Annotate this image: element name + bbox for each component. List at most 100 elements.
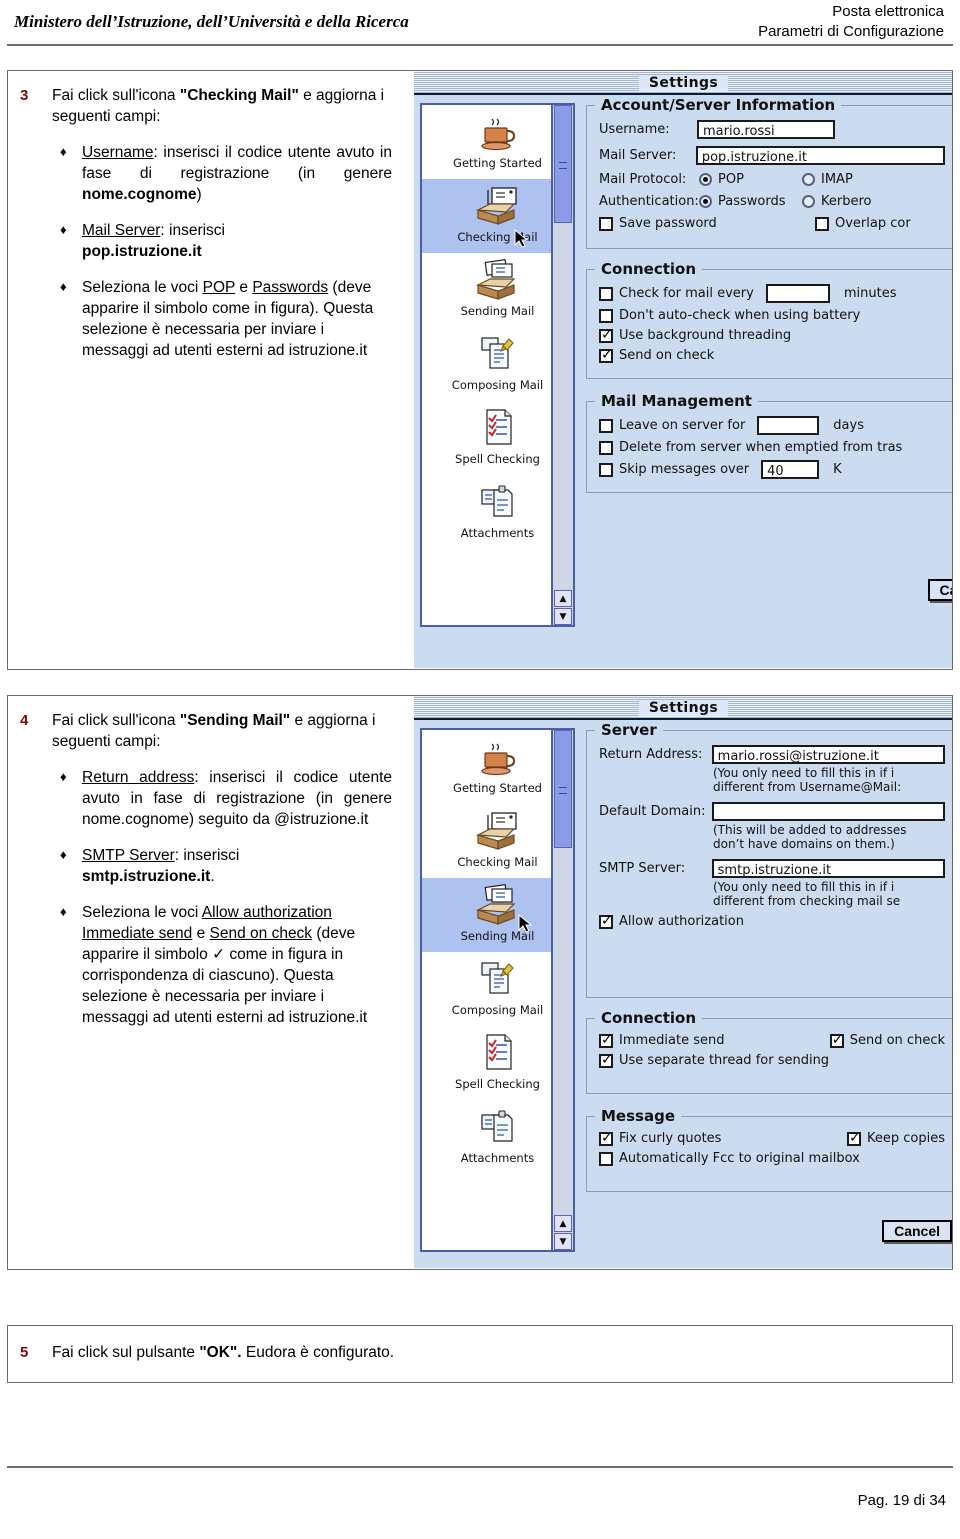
row-immediate-send: Immediate send Send on check: [599, 1032, 945, 1048]
group-title-connection-sending: Connection: [595, 1009, 703, 1027]
checkbox-keep-copies[interactable]: [847, 1130, 861, 1146]
checkbox-send-on-check[interactable]: [599, 347, 613, 363]
step-4-number: 4: [20, 712, 29, 729]
radio-imap[interactable]: [802, 173, 815, 186]
step-5-text-b: Eudora è configurato.: [241, 1344, 395, 1361]
row-save-password: Save password Overlap cor: [599, 216, 945, 231]
row-check-for-mail-every: Check for mail every minutes: [599, 284, 945, 303]
row-smtp-server: SMTP Server: smtp.istruzione.it: [599, 859, 945, 878]
bullet-username: Username: inserisci il codice utente avu…: [52, 141, 392, 205]
group-title-mail-management: Mail Management: [595, 392, 758, 410]
window-titlebar-sending[interactable]: Settings: [414, 696, 952, 720]
eudora-settings-window-sending: Settings Getting Started Checking Mail S…: [414, 696, 952, 1268]
suffix-days: days: [833, 418, 864, 433]
checkbox-check-for-mail-every[interactable]: [599, 286, 613, 301]
input-leave-days[interactable]: [757, 416, 820, 435]
label-check-for-mail-every: Check for mail every: [619, 286, 754, 301]
label-keep-copies: Keep copies: [867, 1131, 945, 1146]
label-smtp-server: SMTP Server:: [599, 861, 686, 876]
cancel-button-checking[interactable]: Can: [927, 579, 952, 601]
checkbox-delete-from-server[interactable]: [599, 440, 613, 455]
checkbox-auto-fcc[interactable]: [599, 1151, 613, 1166]
row-mail-protocol: Mail Protocol: POP IMAP: [599, 172, 945, 187]
group-mail-management: Mail Management Leave on server for days…: [586, 392, 952, 493]
step-5-content: Fai click sul pulsante "OK". Eudora è co…: [52, 1342, 912, 1363]
settings-category-list-sending[interactable]: Getting Started Checking Mail Sending Ma…: [420, 728, 575, 1252]
window-titlebar-checking[interactable]: Settings: [414, 71, 952, 95]
allow-auth-pre: Seleziona le voci: [82, 904, 202, 921]
scroll-down-arrow-icon[interactable]: ▼: [554, 608, 572, 625]
username-link: Username: [82, 144, 154, 161]
step-5-text-a: Fai click sul pulsante: [52, 1344, 200, 1361]
step-4-bullet-list: Return address: inserisci il codice uten…: [52, 766, 392, 1028]
page-header: Ministero dell’Istruzione, dell’Universi…: [0, 0, 960, 46]
scroll-up-arrow-icon[interactable]: ▲: [554, 590, 572, 607]
pop-pre: Seleziona le voci: [82, 279, 203, 296]
row-send-on-check: Send on check: [599, 347, 945, 363]
settings-category-list-checking[interactable]: Getting Started Checking Mail Sending Ma…: [420, 103, 575, 627]
checkbox-allow-authorization[interactable]: [599, 913, 613, 929]
mailserver-link: Mail Server: [82, 222, 161, 239]
radio-kerberos[interactable]: [802, 195, 815, 208]
checkbox-dont-autocheck-battery[interactable]: [599, 308, 613, 323]
row-delete-from-server: Delete from server when emptied from tra…: [599, 440, 945, 455]
checkbox-fix-curly-quotes[interactable]: [599, 1130, 613, 1146]
eudora-settings-window-checking: Settings Getting Started Checking Mail S…: [414, 71, 952, 668]
label-pop: POP: [718, 172, 744, 187]
window-title-sending: Settings: [638, 700, 729, 716]
checkbox-overlap-connections[interactable]: [815, 216, 829, 231]
radio-passwords[interactable]: [699, 195, 712, 208]
pop-mid: e: [235, 279, 253, 296]
subject-line-2: Parametri di Configurazione: [758, 23, 944, 40]
group-title-connection: Connection: [595, 260, 703, 278]
bullet-return-address: Return address: inserisci il codice uten…: [52, 766, 392, 830]
radio-pop[interactable]: [699, 173, 712, 186]
group-connection: Connection Check for mail every minutes …: [586, 260, 952, 379]
label-fix-curly-quotes: Fix curly quotes: [619, 1131, 722, 1146]
checkbox-leave-on-server[interactable]: [599, 418, 613, 433]
input-check-interval[interactable]: [765, 284, 830, 303]
sidebar-scrollbar-sending[interactable]: ▲ ▼: [551, 730, 573, 1250]
group-title-message: Message: [595, 1107, 681, 1125]
hint-smtp-server: (You only need to fill this in if i diff…: [713, 880, 945, 908]
hint-smtp-line-1: (You only need to fill this in if i: [713, 880, 895, 894]
checkbox-immediate-send[interactable]: [599, 1032, 613, 1048]
scrollbar-thumb[interactable]: [554, 730, 572, 848]
label-default-domain: Default Domain:: [599, 804, 706, 819]
bullet-mailserver: Mail Server: inserisci pop.istruzione.it: [52, 219, 392, 262]
scrollbar-thumb[interactable]: [554, 105, 572, 223]
input-default-domain[interactable]: [711, 802, 945, 821]
step-4-content: Fai click sull'icona "Sending Mail" e ag…: [52, 710, 392, 1028]
window-title-checking: Settings: [638, 75, 729, 91]
cancel-button-sending[interactable]: Cancel: [882, 1220, 952, 1242]
checkbox-skip-messages-over[interactable]: [599, 462, 613, 477]
checkbox-separate-thread[interactable]: [599, 1052, 613, 1068]
checkbox-save-password[interactable]: [599, 216, 613, 231]
scroll-down-arrow-icon[interactable]: ▼: [554, 1233, 572, 1250]
smtp-server-text-a: : inserisci: [174, 847, 240, 864]
header-divider: [7, 44, 953, 46]
scroll-up-arrow-icon[interactable]: ▲: [554, 1215, 572, 1232]
send-on-check-link: Send on check: [209, 925, 313, 942]
cancel-button-sending-wrap: Cancel: [882, 1220, 952, 1242]
input-username[interactable]: mario.rossi: [697, 120, 835, 139]
input-skip-size[interactable]: 40: [761, 460, 820, 479]
input-return-address[interactable]: mario.rossi@istruzione.it: [711, 745, 945, 764]
checkbox-background-threading[interactable]: [599, 327, 613, 343]
label-mailserver: Mail Server:: [599, 148, 677, 163]
checkbox-send-on-check-sending[interactable]: [829, 1032, 844, 1048]
input-mailserver[interactable]: pop.istruzione.it: [695, 146, 945, 165]
row-default-domain: Default Domain:: [599, 802, 945, 821]
sidebar-scrollbar-checking[interactable]: ▲ ▼: [551, 105, 573, 625]
hint-return-address: (You only need to fill this in if i diff…: [713, 766, 945, 794]
window-body-sending: Getting Started Checking Mail Sending Ma…: [414, 720, 952, 1268]
window-body-checking: Getting Started Checking Mail Sending Ma…: [414, 95, 952, 668]
step-3-intro: Fai click sull'icona "Checking Mail" e a…: [52, 85, 392, 127]
label-imap: IMAP: [821, 172, 853, 187]
label-passwords: Passwords: [718, 194, 786, 209]
row-skip-messages-over: Skip messages over 40 K: [599, 460, 945, 479]
username-text-c: ): [196, 186, 202, 203]
input-smtp-server[interactable]: smtp.istruzione.it: [711, 859, 945, 878]
group-server: Server Return Address: mario.rossi@istru…: [586, 721, 952, 998]
row-allow-authorization: Allow authorization: [599, 913, 945, 929]
